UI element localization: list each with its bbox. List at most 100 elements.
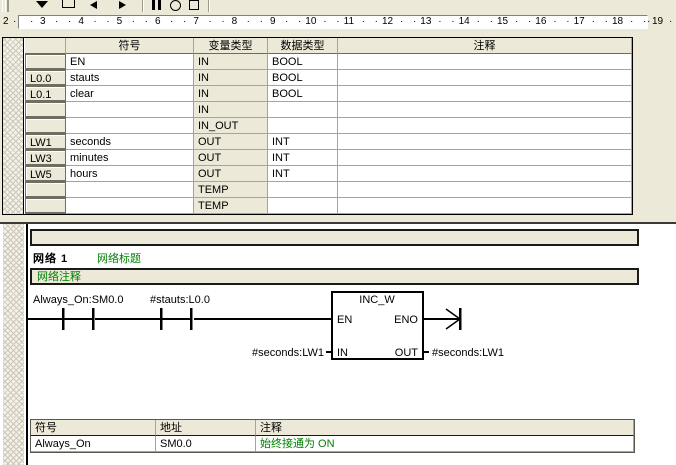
ruler-number: 2 bbox=[3, 16, 9, 27]
symtable-header-comment: 注释 bbox=[256, 420, 634, 436]
ruler-tick: · bbox=[399, 16, 404, 27]
var-row-type[interactable]: TEMP bbox=[194, 182, 268, 198]
var-row-address[interactable]: LW3 bbox=[25, 150, 66, 166]
var-row-address[interactable]: LW1 bbox=[25, 134, 66, 150]
var-row-comment[interactable] bbox=[338, 166, 632, 182]
microwin-window: 2 3 4 5 6 7 8 9 10 11 12 13 14 15 16 17 18 19 · · · · · · · · · · · ·… bbox=[0, 0, 676, 465]
ladder-diagram: Always_On:SM0.0 #stauts:L0.0 INC_W EN EN… bbox=[26, 291, 504, 360]
ruler-tick: · bbox=[476, 16, 480, 27]
window-icon[interactable] bbox=[62, 0, 75, 8]
stop-square-icon[interactable] bbox=[189, 0, 199, 10]
symtable-address[interactable]: SM0.0 bbox=[156, 436, 256, 452]
var-row-type[interactable]: OUT bbox=[194, 150, 268, 166]
col-header-var-type[interactable]: 变量类型 bbox=[194, 38, 268, 54]
var-row-datatype[interactable] bbox=[268, 198, 338, 214]
var-row-type[interactable]: IN_OUT bbox=[194, 118, 268, 134]
var-row-type[interactable]: IN bbox=[194, 54, 268, 70]
ruler-number: 9 bbox=[269, 16, 276, 27]
network-comment-box[interactable]: 网络注释 bbox=[30, 268, 639, 285]
var-row-type[interactable]: IN bbox=[194, 102, 268, 118]
var-row-datatype[interactable]: INT bbox=[268, 150, 338, 166]
var-row-address[interactable]: L0.1 bbox=[25, 86, 66, 102]
network-title[interactable]: 网络标题 bbox=[97, 252, 141, 266]
var-row-symbol[interactable]: stauts bbox=[66, 70, 194, 86]
toolbar-gripper[interactable] bbox=[2, 0, 9, 12]
var-row-datatype[interactable]: INT bbox=[268, 134, 338, 150]
symtable-symbol[interactable]: Always_On bbox=[31, 436, 156, 452]
var-row-datatype[interactable] bbox=[268, 118, 338, 134]
ruler-tick: · bbox=[144, 16, 148, 27]
ruler-number: 16 bbox=[535, 16, 547, 27]
var-row-comment[interactable] bbox=[338, 134, 632, 150]
var-row-datatype[interactable] bbox=[268, 182, 338, 198]
col-header-symbol[interactable]: 符号 bbox=[66, 38, 194, 54]
ruler-tick: · bbox=[208, 16, 212, 27]
ruler-tick: · bbox=[55, 16, 59, 27]
dropdown-arrow-icon[interactable] bbox=[36, 1, 48, 8]
var-row-symbol[interactable] bbox=[66, 102, 194, 118]
out-operand[interactable]: #seconds:LW1 bbox=[432, 347, 504, 359]
var-row-comment[interactable] bbox=[338, 118, 632, 134]
var-row-type[interactable]: OUT bbox=[194, 134, 268, 150]
addr-header bbox=[25, 38, 66, 54]
var-row-symbol[interactable] bbox=[66, 198, 194, 214]
var-row-type[interactable]: TEMP bbox=[194, 198, 268, 214]
var-row-comment[interactable] bbox=[338, 182, 632, 198]
ruler-number: 17 bbox=[573, 16, 585, 27]
var-row-address[interactable] bbox=[25, 54, 66, 70]
var-row-symbol[interactable] bbox=[66, 118, 194, 134]
ruler-number: 4 bbox=[78, 16, 84, 27]
box-title: INC_W bbox=[359, 294, 395, 306]
in-operand[interactable]: #seconds:LW1 bbox=[252, 347, 324, 359]
var-row-symbol[interactable] bbox=[66, 182, 194, 198]
ruler-number: 8 bbox=[231, 16, 238, 27]
ruler-number: 12 bbox=[381, 16, 394, 27]
contact1-operand[interactable]: Always_On:SM0.0 bbox=[33, 294, 123, 306]
toolbar-separator bbox=[142, 0, 144, 12]
var-row-datatype[interactable]: BOOL bbox=[268, 86, 338, 102]
toolbar bbox=[0, 0, 676, 13]
contact2-operand[interactable]: #stauts:L0.0 bbox=[150, 294, 210, 306]
forward-icon[interactable] bbox=[119, 1, 126, 9]
var-row-comment[interactable] bbox=[338, 150, 632, 166]
var-row-datatype[interactable]: BOOL bbox=[268, 70, 338, 86]
ruler-tick: · bbox=[591, 16, 595, 27]
var-row-address[interactable] bbox=[25, 118, 66, 134]
var-row-address[interactable] bbox=[25, 198, 66, 214]
var-row-datatype[interactable]: INT bbox=[268, 166, 338, 182]
ruler-tick: · bbox=[553, 16, 557, 27]
var-row-symbol[interactable]: minutes bbox=[66, 150, 194, 166]
symtable-comment[interactable]: 始终接通为 ON bbox=[256, 436, 634, 452]
var-row-symbol[interactable]: EN bbox=[66, 54, 194, 70]
var-row-type[interactable]: IN bbox=[194, 70, 268, 86]
var-row-address[interactable] bbox=[25, 182, 66, 198]
back-icon[interactable] bbox=[90, 1, 97, 9]
horizontal-ruler: 2 3 4 5 6 7 8 9 10 11 12 13 14 15 16 17 18 19 · · · · · · · · · · · ·… bbox=[0, 14, 676, 30]
var-row-comment[interactable] bbox=[338, 102, 632, 118]
ruler-number: 7 bbox=[193, 16, 199, 27]
ruler-tick: · bbox=[13, 16, 17, 27]
var-row-comment[interactable] bbox=[338, 86, 632, 102]
var-row-comment[interactable] bbox=[338, 54, 632, 70]
pin-out: OUT bbox=[395, 347, 419, 359]
stop-circle-icon[interactable] bbox=[170, 0, 181, 11]
var-row-datatype[interactable]: BOOL bbox=[268, 54, 338, 70]
var-row-datatype[interactable] bbox=[268, 102, 338, 118]
var-row-address[interactable] bbox=[25, 102, 66, 118]
toolbar-separator bbox=[208, 0, 210, 12]
var-row-symbol[interactable]: seconds bbox=[66, 134, 194, 150]
var-row-comment[interactable] bbox=[338, 198, 632, 214]
var-row-address[interactable]: L0.0 bbox=[25, 70, 66, 86]
col-header-comment[interactable]: 注释 bbox=[338, 38, 632, 54]
var-row-symbol[interactable]: clear bbox=[66, 86, 194, 102]
inc-w-box[interactable]: INC_W EN ENO IN OUT bbox=[331, 291, 424, 360]
var-row-address[interactable]: LW5 bbox=[25, 166, 66, 182]
network-separator-box[interactable] bbox=[30, 229, 639, 246]
var-row-type[interactable]: IN bbox=[194, 86, 268, 102]
var-row-comment[interactable] bbox=[338, 70, 632, 86]
ruler-number: 11 bbox=[343, 16, 355, 27]
pause-icon[interactable] bbox=[151, 0, 163, 10]
var-row-type[interactable]: OUT bbox=[194, 166, 268, 182]
var-row-symbol[interactable]: hours bbox=[66, 166, 194, 182]
col-header-data-type[interactable]: 数据类型 bbox=[268, 38, 338, 54]
